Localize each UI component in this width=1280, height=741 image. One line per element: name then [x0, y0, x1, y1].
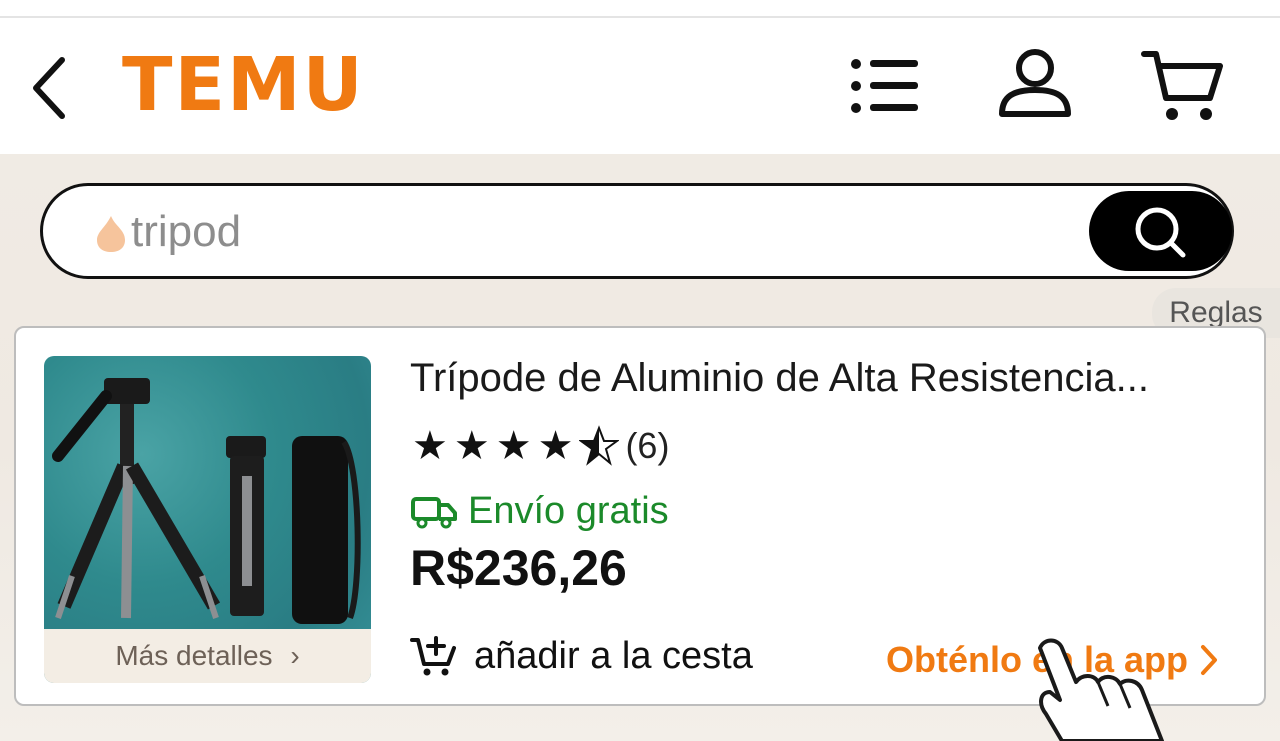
flame-icon [97, 216, 125, 252]
truck-icon [411, 497, 457, 529]
search-input[interactable] [131, 200, 1031, 264]
back-button[interactable] [28, 56, 72, 120]
chevron-left-icon [33, 57, 65, 119]
cart-icon [1141, 51, 1223, 120]
pointing-hand-icon [1038, 638, 1164, 741]
half-star-icon [578, 424, 621, 468]
account-button[interactable] [996, 48, 1074, 120]
review-count: (6) [625, 425, 670, 466]
more-details-link[interactable]: Más detalles › [44, 629, 371, 683]
product-image[interactable]: Más detalles › [44, 356, 371, 683]
star-icon: ★ [412, 424, 448, 468]
shipping-label: Envío gratis [468, 489, 669, 532]
chevron-right-icon: › [290, 640, 300, 671]
search-button[interactable] [1089, 191, 1232, 271]
menu-button[interactable] [848, 56, 922, 120]
list-icon [851, 59, 918, 113]
app-header: TEMU [0, 18, 1280, 154]
product-price: R$236,26 [410, 540, 627, 596]
chevron-right-icon [1201, 645, 1218, 675]
product-title[interactable]: Trípode de Aluminio de Alta Resistencia.… [410, 352, 1240, 404]
add-to-cart-button[interactable]: añadir a la cesta [410, 630, 753, 682]
star-icon: ★ [537, 424, 574, 468]
search-icon [1135, 207, 1186, 258]
rating-stars: ★ ★ ★ ★ (6) [412, 424, 669, 468]
tripod-photo [52, 378, 361, 624]
search-bar [40, 183, 1234, 279]
cart-button[interactable] [1140, 48, 1226, 124]
temu-logo[interactable]: TEMU [122, 40, 365, 130]
free-shipping-badge: Envío gratis [410, 486, 669, 536]
star-icon: ★ [495, 424, 532, 468]
more-details-label: Más detalles [115, 640, 273, 671]
status-bar-divider [0, 0, 1280, 18]
add-cart-icon [410, 636, 456, 676]
user-icon [999, 49, 1071, 117]
add-to-cart-label: añadir a la cesta [474, 634, 753, 677]
star-icon: ★ [453, 424, 490, 468]
